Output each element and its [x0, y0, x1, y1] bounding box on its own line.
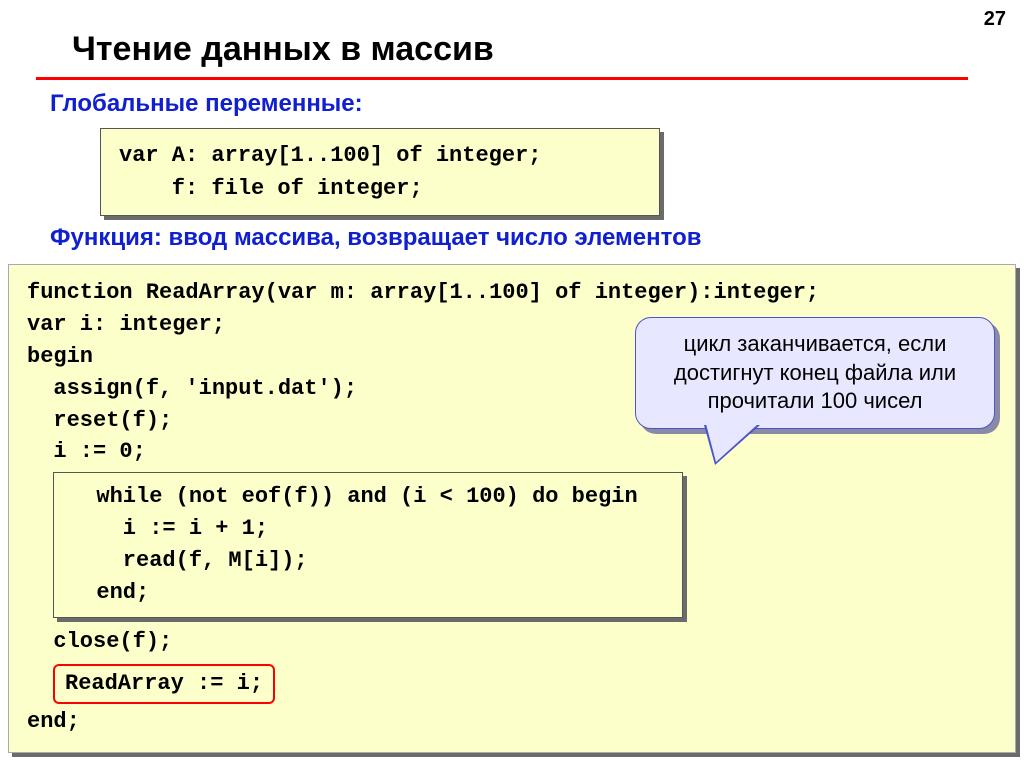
end-line: end; — [27, 706, 997, 738]
function-codebox: function ReadArray(var m: array[1..100] … — [8, 264, 1016, 753]
callout-text: цикл заканчивается, если достигнут конец… — [674, 331, 956, 413]
page-number: 27 — [984, 8, 1006, 31]
subheading-globals: Глобальные переменные: — [50, 90, 1024, 118]
close-line: close(f); — [27, 626, 997, 658]
callout: цикл заканчивается, если достигнут конец… — [635, 317, 995, 429]
while-block: while (not eof(f)) and (i < 100) do begi… — [53, 472, 683, 618]
subheading-function: Функция: ввод массива, возвращает число … — [50, 224, 1024, 252]
page-title: Чтение данных в массив — [36, 0, 968, 80]
globals-codebox: var A: array[1..100] of integer; f: file… — [100, 128, 660, 216]
result-line: ReadArray := i; — [53, 664, 275, 704]
callout-tail — [706, 424, 758, 462]
